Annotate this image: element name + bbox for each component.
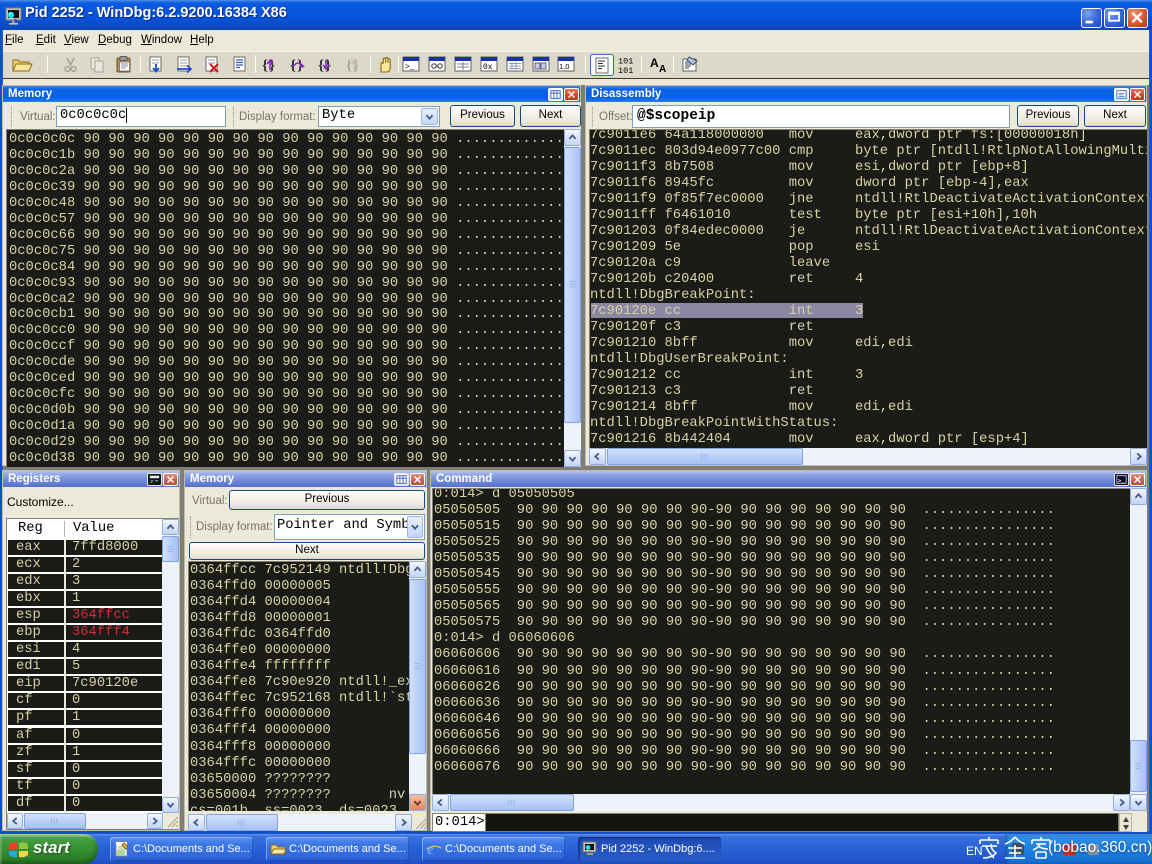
svg-text:{ }: { } — [262, 58, 275, 74]
svg-text:101: 101 — [618, 57, 633, 67]
svg-text:>_: >_ — [1118, 477, 1126, 484]
svg-text:101: 101 — [618, 66, 633, 76]
svg-text:>_: >_ — [405, 63, 415, 72]
svg-text:0x: 0x — [483, 63, 493, 72]
svg-text:A: A — [650, 56, 659, 70]
svg-text:1.0: 1.0 — [559, 62, 569, 71]
svg-text:e: e — [427, 842, 434, 857]
svg-text:A: A — [659, 64, 666, 75]
svg-text:{ }: { } — [290, 58, 303, 74]
svg-text:{ }: { } — [346, 58, 359, 74]
